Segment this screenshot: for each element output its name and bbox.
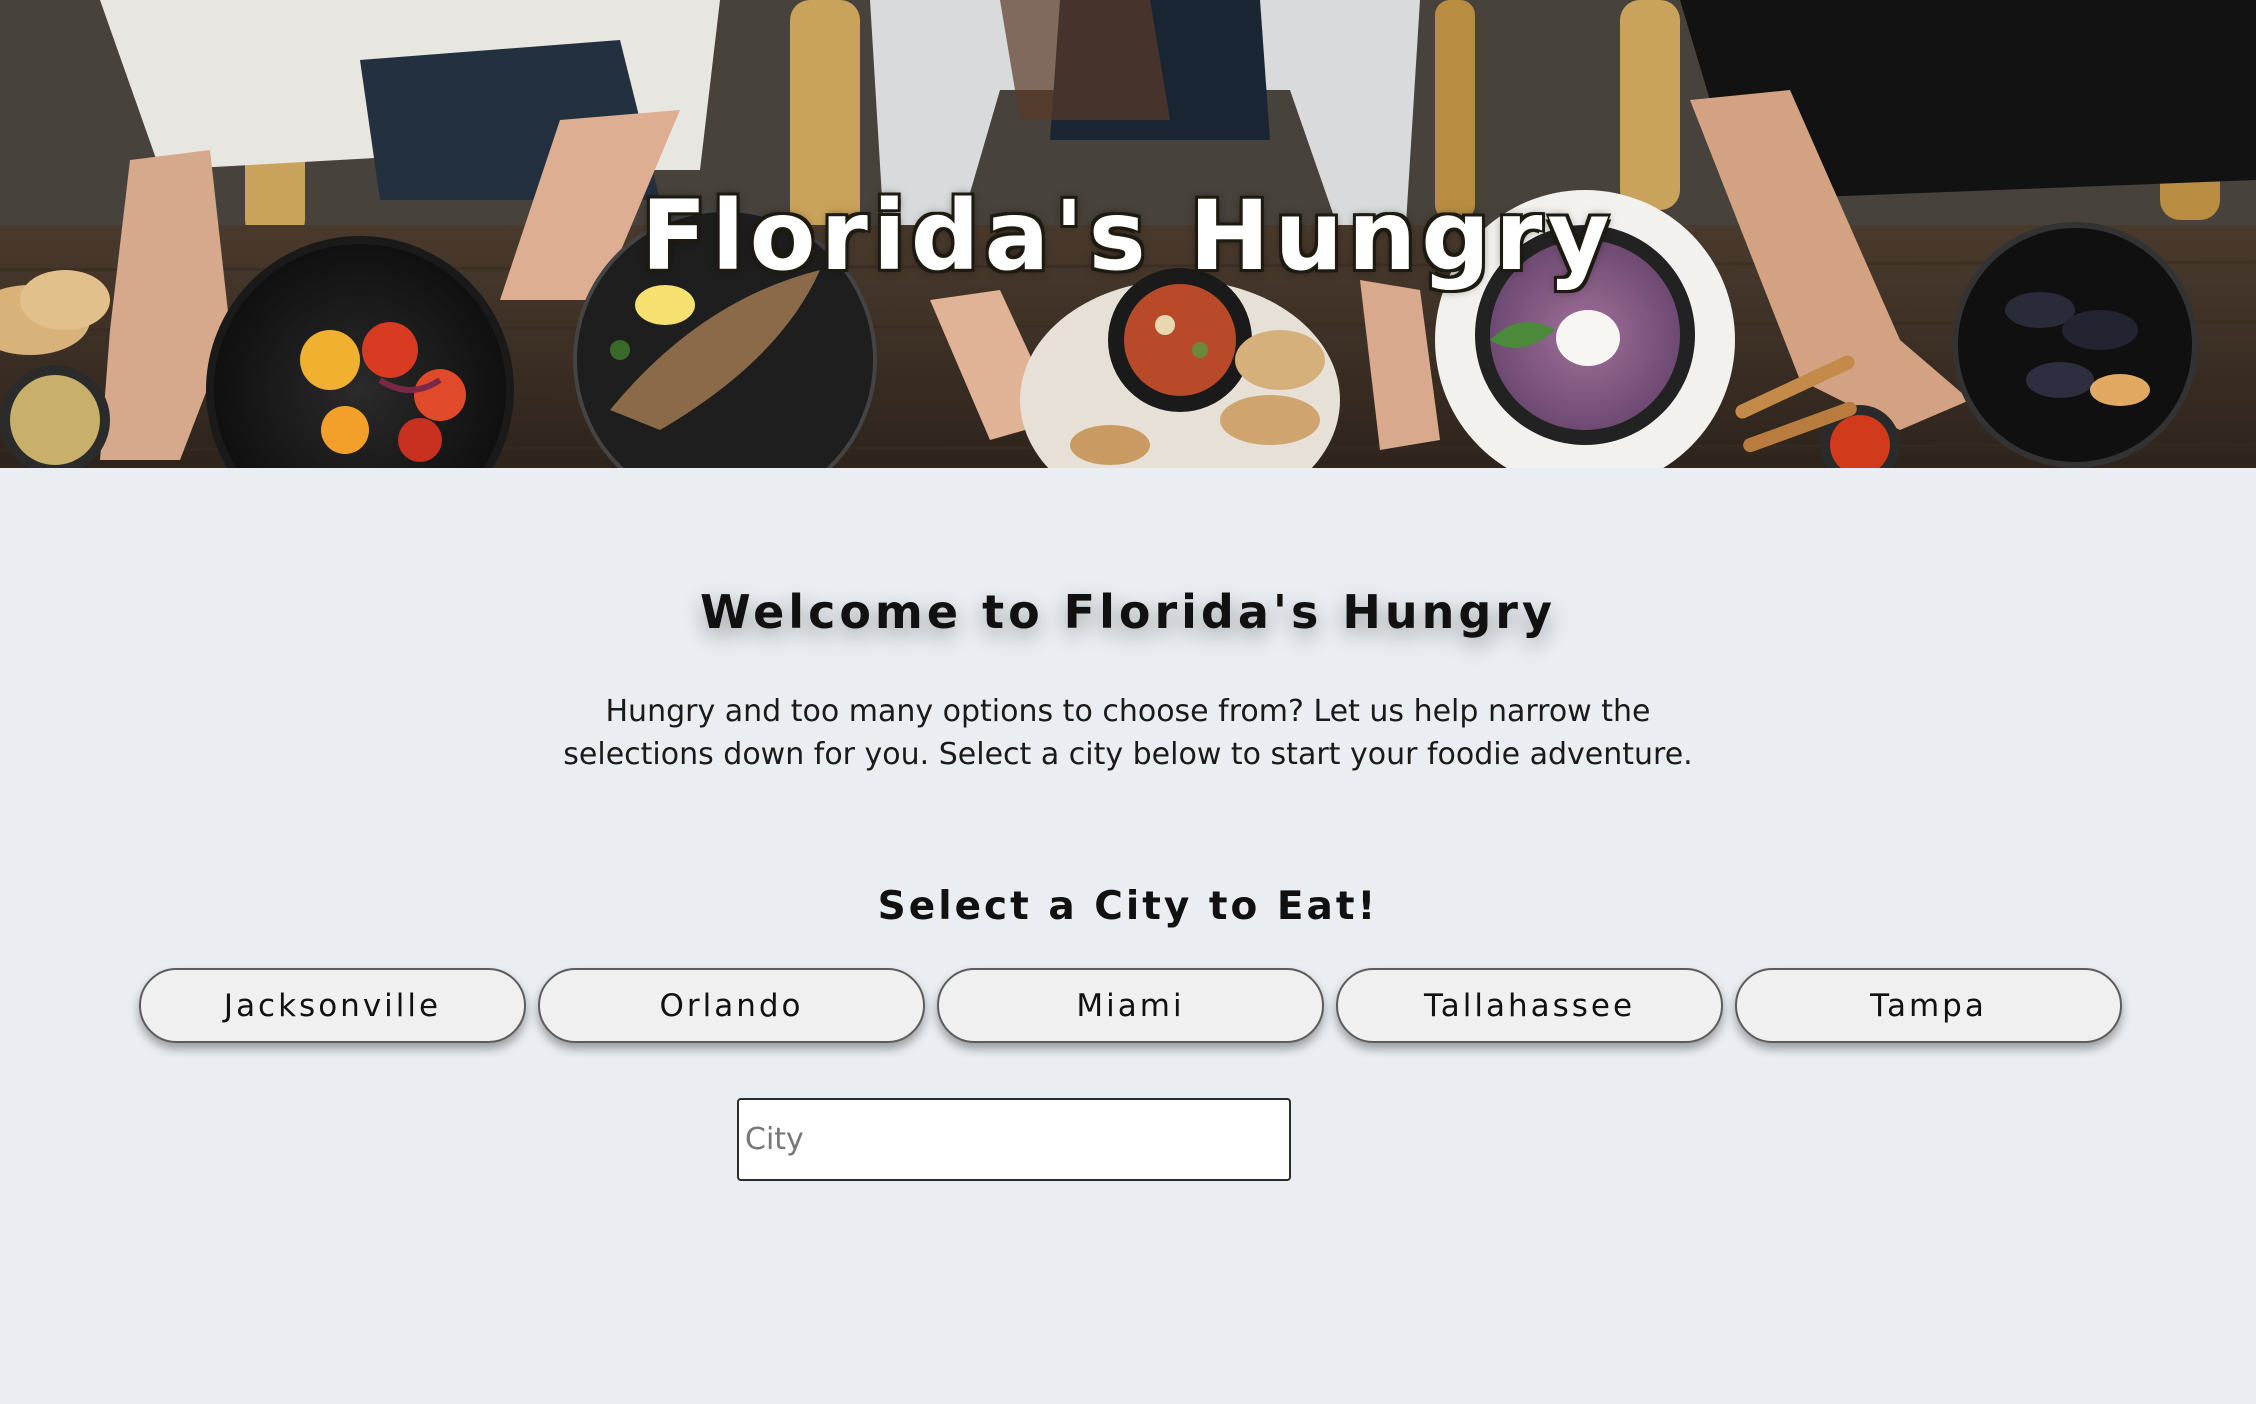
welcome-heading: Welcome to Florida's Hungry xyxy=(700,585,1556,639)
welcome-section: Welcome to Florida's Hungry xyxy=(0,575,2256,649)
select-city-heading: Select a City to Eat! xyxy=(877,884,1379,929)
intro-text: Hungry and too many options to choose fr… xyxy=(563,694,1693,772)
site-title: Florida's Hungry xyxy=(641,180,1615,292)
city-button-tallahassee[interactable]: Tallahassee xyxy=(1336,968,1723,1043)
city-input[interactable] xyxy=(737,1098,1291,1181)
city-button-orlando[interactable]: Orlando xyxy=(538,968,925,1043)
hero-banner: Florida's Hungry xyxy=(0,0,2256,468)
city-button-group: Jacksonville Orlando Miami Tallahassee T… xyxy=(139,968,2122,1043)
city-button-jacksonville[interactable]: Jacksonville xyxy=(139,968,526,1043)
city-button-miami[interactable]: Miami xyxy=(937,968,1324,1043)
city-button-tampa[interactable]: Tampa xyxy=(1735,968,2122,1043)
